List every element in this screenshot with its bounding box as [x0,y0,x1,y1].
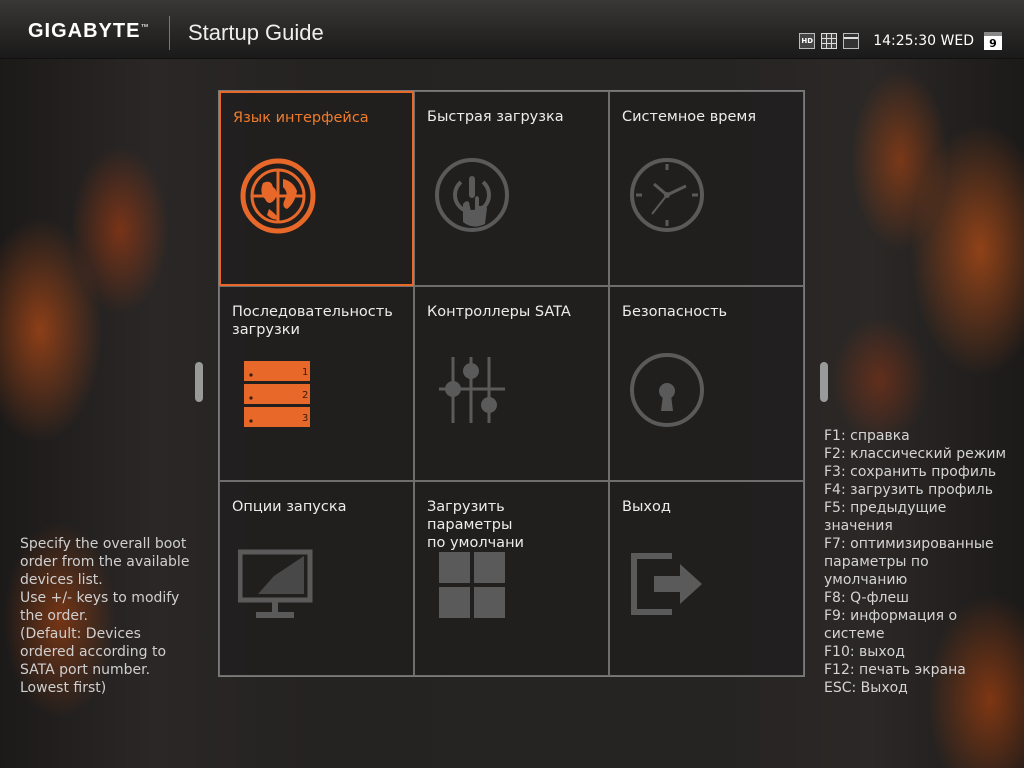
tile-label: Безопасность [622,304,728,320]
power-touch-icon [433,156,511,234]
scroll-right-handle[interactable] [820,362,828,402]
tile-system-time[interactable]: Системное время [609,91,804,286]
boot-order-1: 1 [302,367,308,378]
tile-security[interactable]: Безопасность [609,286,804,481]
hotkey-f7[interactable]: F7: оптимизированные параметры по умолча… [824,535,1020,589]
hd-icon[interactable]: HD [799,33,816,49]
calendar-day: 9 [989,37,997,50]
scroll-left-handle[interactable] [195,362,203,402]
tile-label: Язык интерфейса [233,110,369,126]
boot-order-3: 3 [302,413,308,424]
tile-launch-options[interactable]: Опции запуска [219,481,414,676]
hotkey-f10[interactable]: F10: выход [824,643,1020,661]
tile-label: Загрузить параметры по умолчани [427,499,524,551]
tile-sata-controllers[interactable]: Контроллеры SATA [414,286,609,481]
sliders-icon [433,351,511,429]
monitor-icon [238,546,316,624]
tile-label: Опции запуска [232,499,347,515]
hotkey-esc[interactable]: ESC: Выход [824,679,1020,697]
hotkey-f4[interactable]: F4: загрузить профиль [824,481,1020,499]
hotkey-list: F1: справка F2: классический режим F3: с… [824,427,1020,697]
hotkey-f5[interactable]: F5: предыдущие значения [824,499,1020,535]
item-help-text: Specify the overall boot order from the … [20,536,190,696]
system-clock: 14:25:30 WED [873,33,974,49]
exit-icon [628,546,706,624]
window-view-icon[interactable] [843,33,860,49]
hotkey-f3[interactable]: F3: сохранить профиль [824,463,1020,481]
keyhole-icon [628,351,706,429]
tile-load-defaults[interactable]: Загрузить параметры по умолчани [414,481,609,676]
hotkey-f2[interactable]: F2: классический режим [824,445,1020,463]
tile-label: Выход [622,499,671,515]
clock-icon [628,156,706,234]
boot-order-icon: 1 2 3 [242,359,320,437]
tile-boot-sequence[interactable]: Последовательность загрузки 1 2 3 [219,286,414,481]
tile-language[interactable]: Язык интерфейса [219,91,414,286]
hotkey-f8[interactable]: F8: Q-флеш [824,589,1020,607]
menu-grid: Язык интерфейса Быстрая загрузка Системн… [218,90,805,677]
top-bar: GIGABYTE™ Startup Guide HD 14:25:30 WED … [0,0,1024,59]
globe-icon [239,157,317,235]
tile-exit[interactable]: Выход [609,481,804,676]
calendar-icon: 9 [984,32,1002,50]
windows-icon [433,546,511,624]
brand-logo: GIGABYTE™ [28,20,150,42]
tile-label: Системное время [622,109,757,125]
tile-label: Последовательность загрузки [232,304,393,338]
tile-label: Быстрая загрузка [427,109,564,125]
hotkey-f9[interactable]: F9: информация о системе [824,607,1020,643]
tile-label: Контроллеры SATA [427,304,571,320]
boot-order-2: 2 [302,390,308,401]
grid-view-icon[interactable] [821,33,838,49]
app-title: Startup Guide [188,20,324,45]
status-bar: HD 14:25:30 WED 9 [799,32,1002,50]
divider [169,16,170,50]
tile-fast-boot[interactable]: Быстрая загрузка [414,91,609,286]
hotkey-f12[interactable]: F12: печать экрана [824,661,1020,679]
hotkey-f1[interactable]: F1: справка [824,427,1020,445]
